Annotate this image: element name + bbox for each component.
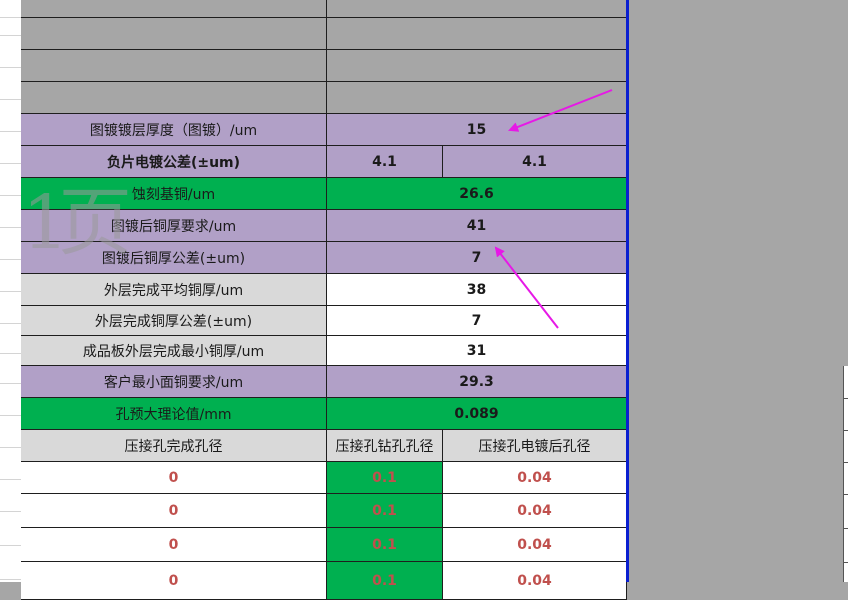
arrow-to-copper-requirement <box>494 246 559 329</box>
arrow-to-plating-thickness <box>508 89 613 132</box>
adjacent-row-divider <box>843 528 848 529</box>
annotation-arrows <box>494 89 613 329</box>
adjacent-row-divider <box>843 562 848 563</box>
adjacent-row-divider <box>843 398 848 399</box>
adjacent-row-divider <box>843 462 848 463</box>
adjacent-row-divider <box>843 430 848 431</box>
adjacent-row-divider <box>843 494 848 495</box>
spreadsheet: 图镀镀层厚度（图镀）/um 15 负片电镀公差(±um) 4.1 4.1 蚀刻基铜/um 2… <box>0 0 848 600</box>
